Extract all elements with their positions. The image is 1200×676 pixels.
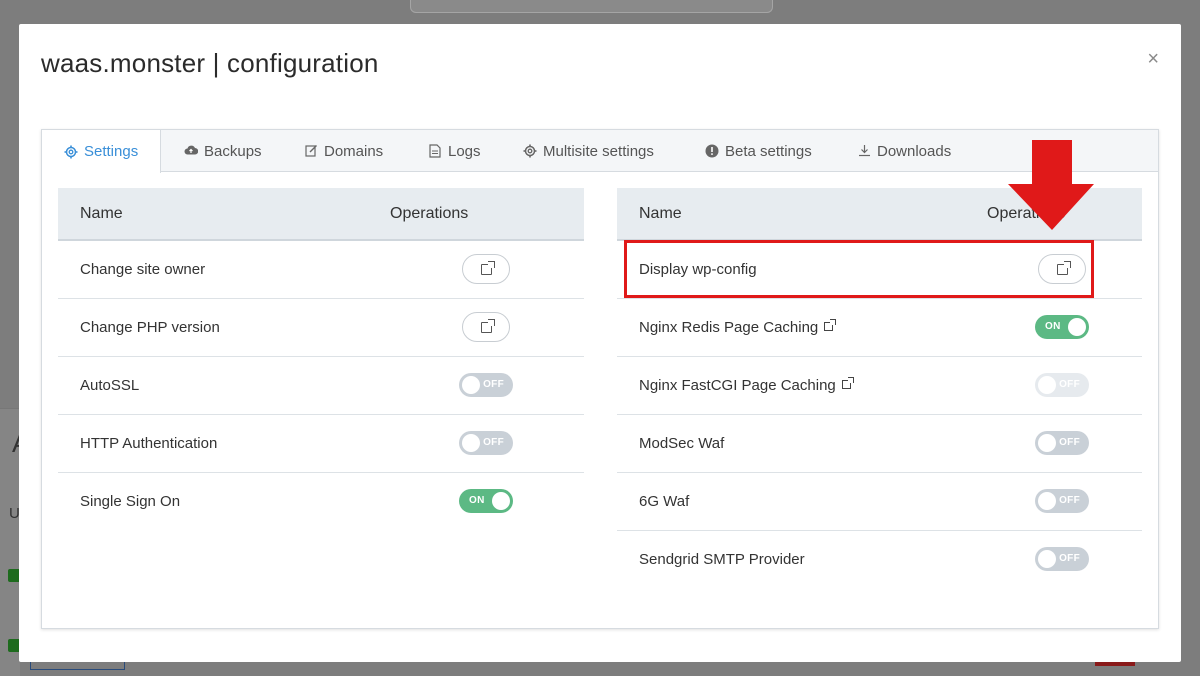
row-name: AutoSSL <box>58 356 368 415</box>
tab-multisite-settings[interactable]: Multisite settings <box>523 130 654 172</box>
table-row: Sendgrid SMTP Provider OFF <box>617 530 1142 588</box>
column-header-name: Name <box>617 188 962 241</box>
background-search-field <box>410 0 773 13</box>
red-arrow-icon <box>1008 140 1094 230</box>
external-link-icon[interactable] <box>824 318 837 331</box>
table-row: Change site owner <box>58 240 584 299</box>
left-settings-table: Name Operations Change site owner Change… <box>58 188 584 530</box>
row-name: Sendgrid SMTP Provider <box>639 550 805 568</box>
row-name: Nginx Redis Page Caching <box>639 318 819 336</box>
row-name: 6G Waf <box>617 472 962 531</box>
tab-logs[interactable]: Logs <box>428 130 481 172</box>
table-row: 6G Waf OFF <box>617 472 1142 531</box>
tab-label: Downloads <box>877 142 952 160</box>
table-row: Single Sign On ON <box>58 472 584 530</box>
cloud-upload-icon <box>184 144 199 158</box>
column-header-name: Name <box>58 188 368 241</box>
table-row: Nginx Redis Page Caching ON <box>617 298 1142 357</box>
external-link-icon[interactable] <box>841 376 854 389</box>
table-row: Display wp-config <box>617 240 1142 299</box>
close-icon[interactable]: × <box>1147 48 1159 71</box>
open-change-php-version-button[interactable] <box>462 312 510 342</box>
row-name: HTTP Authentication <box>58 414 368 473</box>
gear-icon <box>64 145 78 159</box>
external-link-icon <box>480 260 495 275</box>
tab-domains[interactable]: Domains <box>304 130 383 172</box>
edit-icon <box>304 144 318 158</box>
row-name: Change PHP version <box>58 298 368 357</box>
gear-icon <box>523 144 537 158</box>
tab-label: Settings <box>84 143 139 160</box>
nginx-redis-caching-toggle[interactable]: ON <box>1035 315 1089 339</box>
single-sign-on-toggle[interactable]: ON <box>459 489 513 514</box>
tab-downloads[interactable]: Downloads <box>857 130 951 172</box>
row-name: Single Sign On <box>80 492 181 510</box>
tab-label: Beta settings <box>725 142 812 160</box>
external-link-icon <box>480 318 495 333</box>
tab-bar: Settings Backups Domains Logs Multisite … <box>42 130 1158 173</box>
tab-label: Domains <box>324 142 384 160</box>
table-row: ModSec Waf OFF <box>617 414 1142 473</box>
row-name: Change site owner <box>58 240 368 299</box>
tab-label: Logs <box>448 142 481 160</box>
6g-waf-toggle[interactable]: OFF <box>1035 489 1089 513</box>
download-icon <box>857 144 871 158</box>
display-wp-config-button[interactable] <box>1038 254 1086 285</box>
modal-title: waas.monster | configuration <box>41 48 379 78</box>
external-link-icon <box>1056 260 1071 275</box>
column-header-operations: Operations <box>368 188 584 241</box>
table-header-row: Name Operations <box>58 188 584 241</box>
open-change-site-owner-button[interactable] <box>462 254 510 285</box>
tab-label: Multisite settings <box>543 142 654 160</box>
nginx-fastcgi-caching-toggle: OFF <box>1035 373 1089 397</box>
file-icon <box>428 144 442 158</box>
tab-beta-settings[interactable]: Beta settings <box>705 130 812 172</box>
sendgrid-smtp-toggle[interactable]: OFF <box>1035 547 1089 572</box>
table-row: Nginx FastCGI Page Caching OFF <box>617 356 1142 415</box>
modsec-waf-toggle[interactable]: OFF <box>1035 431 1089 455</box>
tab-settings[interactable]: Settings <box>42 130 161 173</box>
row-name: Display wp-config <box>617 240 962 299</box>
tab-backups[interactable]: Backups <box>184 130 262 172</box>
autossl-toggle[interactable]: OFF <box>459 373 513 397</box>
table-row: Change PHP version <box>58 298 584 357</box>
info-icon <box>705 144 719 158</box>
table-row: AutoSSL OFF <box>58 356 584 415</box>
http-authentication-toggle[interactable]: OFF <box>459 431 513 455</box>
row-name: Nginx FastCGI Page Caching <box>639 376 836 394</box>
table-row: HTTP Authentication OFF <box>58 414 584 473</box>
row-name: ModSec Waf <box>617 414 962 473</box>
right-settings-table: Name Operations Display wp-config Nginx … <box>617 188 1142 588</box>
tab-label: Backups <box>204 142 262 160</box>
